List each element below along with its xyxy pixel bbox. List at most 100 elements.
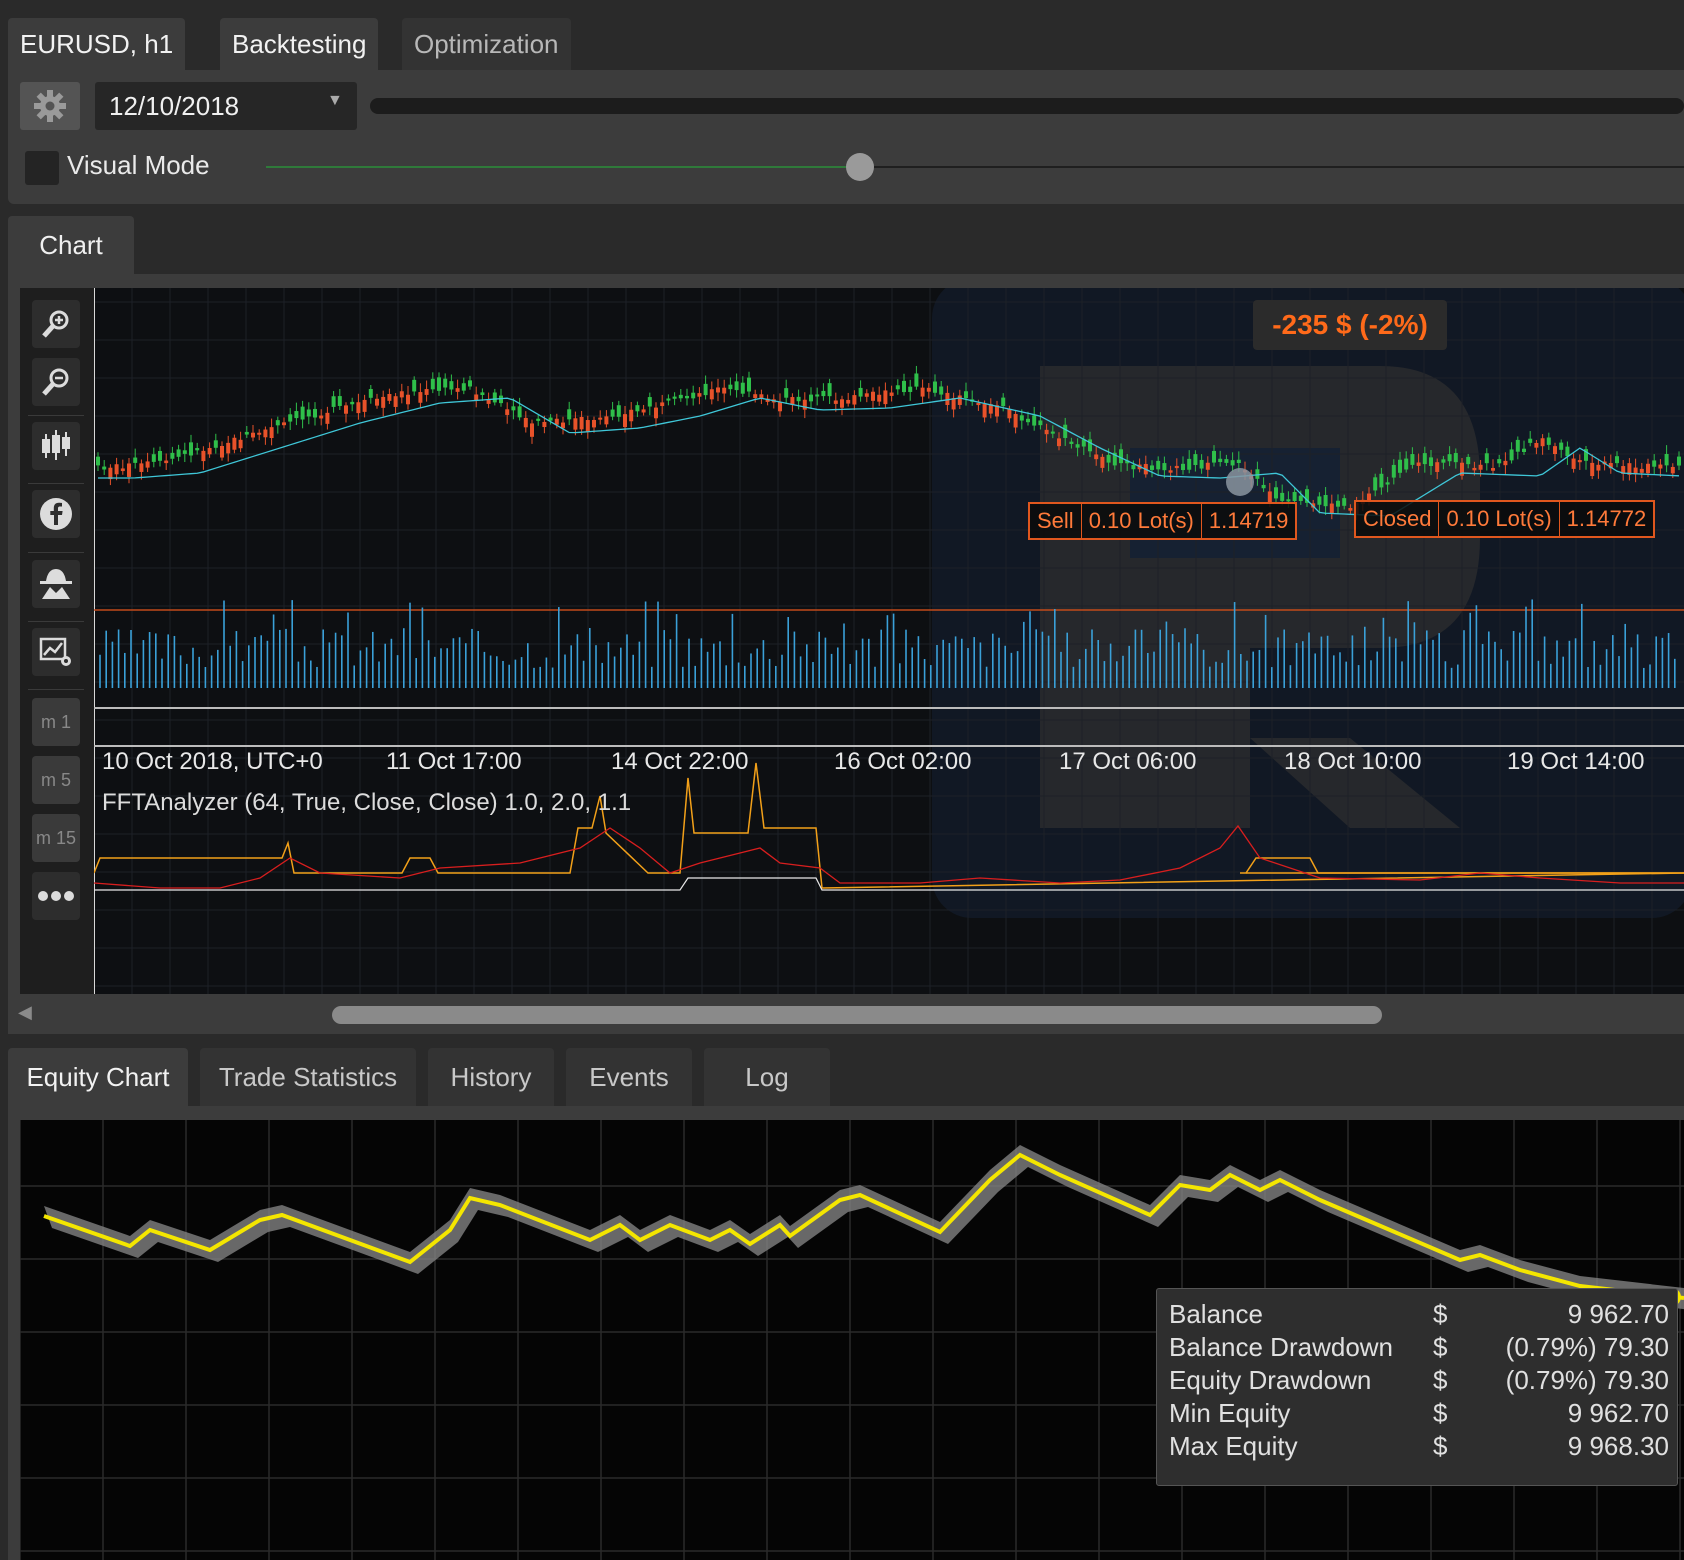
candle-body (759, 394, 764, 399)
candle-body (151, 454, 156, 462)
candle-body (201, 450, 206, 462)
more-dots-icon (38, 891, 74, 901)
speed-slider-handle[interactable] (846, 153, 874, 181)
candle-body (1348, 508, 1353, 511)
candle-body (722, 387, 727, 394)
closed-trade-label[interactable]: Closed 0.10 Lot(s) 1.14772 (1354, 500, 1656, 538)
chart-settings-button[interactable] (32, 628, 80, 676)
tab-backtesting[interactable]: Backtesting (220, 18, 379, 70)
tab-history[interactable]: History (428, 1048, 554, 1106)
candle-body (1484, 453, 1489, 464)
candle-body (443, 378, 448, 388)
candle-body (331, 396, 336, 407)
candle-body (232, 437, 237, 450)
candle-body (313, 408, 317, 418)
chart-type-button[interactable] (32, 422, 80, 470)
visual-mode-checkbox[interactable] (25, 151, 59, 185)
tab-log[interactable]: Log (704, 1048, 830, 1106)
candle-body (1007, 408, 1012, 419)
chart-canvas (93, 288, 1684, 994)
candle-body (1447, 454, 1452, 462)
candle-body (461, 383, 466, 391)
candle-body (598, 417, 603, 420)
candle-body (1670, 466, 1675, 474)
tab-symbol[interactable]: EURUSD, h1 (8, 18, 186, 70)
candle-body (319, 415, 324, 419)
candle-body (257, 432, 262, 435)
candle-body (1553, 446, 1557, 455)
speed-slider-track[interactable] (860, 166, 1684, 168)
candle-body (244, 431, 249, 435)
sell-trade-label[interactable]: Sell 0.10 Lot(s) 1.14719 (1028, 502, 1298, 540)
candle-body (207, 448, 212, 455)
zoom-in-button[interactable] (32, 300, 80, 348)
start-date-select[interactable]: 12/10/2018 (95, 82, 357, 130)
tab-optimization[interactable]: Optimization (402, 18, 571, 70)
candle-body (96, 456, 100, 466)
tab-events[interactable]: Events (566, 1048, 692, 1106)
timeframe-m5-button[interactable]: m 5 (32, 756, 80, 804)
candle-body (1174, 465, 1179, 469)
candle-body (368, 388, 373, 398)
stat-balance: Balance $9 962.70 (1169, 1299, 1669, 1329)
candle-body (976, 402, 981, 406)
candle-body (542, 421, 547, 428)
time-axis-label: 17 Oct 06:00 (1059, 748, 1197, 775)
timeframe-m15-button[interactable]: m 15 (32, 814, 80, 862)
candle-body (158, 450, 162, 461)
candle-body (908, 386, 913, 392)
candle-body (616, 405, 621, 417)
price-chart[interactable] (20, 288, 1684, 994)
candle-body (133, 457, 138, 463)
scrollbar-thumb[interactable] (332, 1006, 1382, 1024)
candle-body (263, 429, 268, 438)
candle-body (579, 416, 584, 430)
candle-body (920, 387, 925, 397)
candle-body (1559, 442, 1564, 450)
candle-body (1336, 500, 1340, 507)
tab-equity-chart[interactable]: Equity Chart (8, 1048, 188, 1106)
candle-body (536, 418, 541, 421)
stat-equity-drawdown: Equity Drawdown $ (0.79%) 79.30 (1169, 1365, 1669, 1395)
stat-balance-drawdown: Balance Drawdown $ (0.79%) 79.30 (1169, 1332, 1669, 1362)
candle-body (1298, 495, 1303, 502)
candle-body (1472, 467, 1477, 471)
candle-body (809, 394, 813, 402)
zoom-out-button[interactable] (32, 358, 80, 406)
gear-icon (34, 90, 66, 122)
more-button[interactable] (32, 872, 80, 920)
candles-icon (42, 430, 70, 460)
candle-body (1261, 484, 1266, 489)
trade-lots: 0.10 Lot(s) (1439, 502, 1560, 536)
equity-band (44, 1145, 1684, 1310)
candle-body (654, 407, 658, 419)
zoom-in-icon (42, 310, 69, 338)
tab-chart[interactable]: Chart (8, 216, 134, 274)
candle-body (623, 414, 627, 428)
candle-body (1329, 503, 1334, 514)
candle-body (530, 423, 534, 437)
candle-body (846, 399, 851, 404)
candle-body (1013, 413, 1018, 428)
incognito-button[interactable] (32, 560, 80, 608)
trade-price: 1.14772 (1566, 506, 1647, 531)
candle-body (703, 383, 708, 396)
candle-body (858, 387, 863, 397)
facebook-share-button[interactable] (32, 490, 80, 538)
candle-body (251, 432, 255, 438)
candle-body (1379, 473, 1384, 488)
tab-trade-statistics[interactable]: Trade Statistics (200, 1048, 416, 1106)
candle-body (821, 390, 826, 397)
candle-body (505, 409, 510, 415)
candle-body (815, 394, 820, 397)
time-axis-label: 16 Oct 02:00 (834, 748, 972, 775)
candle-body (170, 452, 175, 459)
candle-body (1422, 453, 1427, 465)
candle-body (796, 396, 801, 402)
settings-button[interactable] (20, 82, 80, 130)
scroll-left-arrow-icon[interactable]: ◀ (18, 1002, 32, 1023)
candle-body (1639, 468, 1644, 473)
timeframe-m1-button[interactable]: m 1 (32, 698, 80, 746)
candle-body (1664, 453, 1669, 466)
visual-mode-label: Visual Mode (67, 150, 210, 180)
